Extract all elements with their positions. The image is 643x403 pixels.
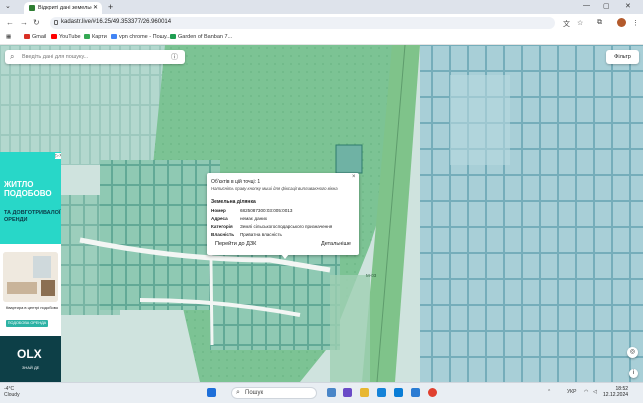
browser-toolbar: ← → ↻ kadastr.live/#16.25/49.353377/26.9…: [0, 14, 643, 32]
taskbar-search[interactable]: ⌕ Пошук: [231, 387, 317, 399]
copilot-icon[interactable]: [327, 388, 336, 397]
filter-button[interactable]: Фільтр: [606, 50, 639, 64]
map-info-button[interactable]: i: [629, 369, 638, 378]
close-window-icon[interactable]: ✕: [625, 2, 631, 10]
tab-title: Відкриті дані земельного када: [38, 5, 92, 11]
bookmark-vpn-search[interactable]: vpn chrome - Пошу...: [111, 34, 171, 40]
google-icon: [111, 34, 117, 39]
taskbar-search-placeholder: Пошук: [245, 390, 264, 396]
site-favicon-icon: [29, 5, 35, 11]
search-placeholder: Введіть дані для пошуку...: [22, 54, 89, 60]
weather-widget[interactable]: -4°C Cloudy: [4, 386, 20, 398]
windows-taskbar: -4°C Cloudy ⌕ Пошук ⌃ УКР ◠ ◁ 18:52 12.1…: [0, 382, 643, 403]
field-label-address: Адреса: [211, 216, 228, 221]
field-label-ownership: Власність: [211, 232, 235, 237]
site-info-icon[interactable]: [54, 20, 58, 25]
bookmark-youtube[interactable]: YouTube: [51, 34, 81, 40]
popup-hint: Натисніть праву кнопку миші для фіксації…: [211, 186, 338, 191]
ad-banner[interactable]: ▷✕ ЖИТЛО ПОДОБОВО ТА ДОВГОТРИВАЛОЇ ОРЕНД…: [0, 152, 61, 382]
field-label-category: Категорія: [211, 224, 233, 229]
tray-overflow-icon[interactable]: ⌃: [547, 389, 551, 395]
gmail-icon: [24, 34, 30, 39]
reload-icon[interactable]: ↻: [33, 18, 40, 27]
parcel-popup: × Об'єктів в цій точці: 1 Натисніть прав…: [207, 173, 359, 259]
bookmark-gmail[interactable]: Gmail: [24, 34, 46, 40]
search-box[interactable]: ⌕ Введіть дані для пошуку... ⓘ: [5, 50, 185, 64]
bookmark-garden[interactable]: Garden of Banban 7...: [170, 34, 232, 40]
popup-object-count: Об'єктів в цій точці: 1: [211, 179, 261, 185]
search-icon: ⌕: [10, 52, 15, 61]
olx-logo: OLX: [17, 347, 42, 361]
bookmark-label: vpn chrome - Пошу...: [119, 34, 171, 40]
popup-tail: [281, 254, 289, 259]
ad-caption: Квартира в центрі подобово: [6, 305, 59, 310]
ad-headline: ЖИТЛО ПОДОБОВО: [4, 180, 52, 198]
profile-avatar[interactable]: [617, 18, 626, 27]
teams-icon[interactable]: [343, 388, 352, 397]
start-icon[interactable]: [207, 388, 216, 397]
field-value-number: 6825087300:03:005:0013: [240, 208, 293, 213]
tab-search-icon[interactable]: ⌄: [5, 2, 11, 10]
field-label-number: Номер: [211, 208, 226, 213]
translate-icon[interactable]: 文: [563, 19, 570, 29]
locate-me-button[interactable]: ◎: [627, 347, 638, 358]
address-url: kadastr.live/#16.25/49.353377/26.960014: [61, 19, 172, 25]
address-bar[interactable]: kadastr.live/#16.25/49.353377/26.960014: [50, 17, 555, 29]
bookmark-label: Карти: [92, 34, 107, 40]
field-value-ownership: Приватна власність: [240, 232, 282, 237]
volume-icon[interactable]: ◁: [593, 389, 597, 395]
locate-icon: ◎: [629, 349, 636, 355]
bookmark-maps[interactable]: Карти: [84, 34, 107, 40]
popup-close-icon[interactable]: ×: [352, 174, 356, 180]
search-info-icon[interactable]: ⓘ: [171, 52, 178, 62]
youtube-icon: [51, 34, 57, 39]
bookmark-label: Garden of Banban 7...: [178, 34, 233, 40]
page-icon: [170, 34, 176, 39]
popup-section-title: Земельна ділянка: [211, 199, 256, 205]
browser-tab-bar: ⌄ Відкриті дані земельного када ✕ + — ▢ …: [0, 0, 643, 14]
ad-subtitle: ТА ДОВГОТРИВАЛОЇ ОРЕНДИ: [4, 210, 61, 223]
ad-cta-button[interactable]: ПОДОБОВА ОРЕНДА: [6, 320, 48, 327]
store-icon[interactable]: [394, 388, 403, 397]
mail-icon[interactable]: [411, 388, 420, 397]
room-image: [3, 252, 58, 302]
maximize-icon[interactable]: ▢: [603, 2, 610, 10]
bookmark-label: YouTube: [59, 34, 81, 40]
olx-subtitle: ЗНАЙ ДЕ: [22, 365, 40, 370]
language-indicator[interactable]: УКР: [567, 389, 576, 395]
maps-icon: [84, 34, 90, 39]
bookmark-star-icon[interactable]: ☆: [577, 19, 583, 27]
field-value-category: Землі сільськогосподарського призначення: [240, 224, 333, 229]
tab-close-icon[interactable]: ✕: [93, 4, 98, 11]
apps-grid-icon[interactable]: ▦: [6, 34, 11, 40]
road-label: M-03: [366, 273, 377, 278]
browser-tab[interactable]: Відкриті дані земельного када ✕: [24, 2, 102, 14]
bookmark-label: Gmail: [32, 34, 47, 40]
new-tab-button[interactable]: +: [108, 2, 113, 12]
extensions-icon[interactable]: ⧉: [597, 19, 602, 27]
system-clock[interactable]: 18:52 12.12.2024: [603, 386, 628, 398]
go-to-dzk-button[interactable]: Перейти до ДЗК: [215, 241, 256, 247]
chrome-icon[interactable]: [428, 388, 437, 397]
info-icon: i: [632, 370, 635, 376]
forward-icon[interactable]: →: [20, 18, 28, 27]
network-icon[interactable]: ◠: [584, 389, 588, 395]
taskbar-search-icon: ⌕: [236, 389, 240, 396]
cadastral-map[interactable]: M-03 ⌕ Введіть дані для пошуку... ⓘ Філь…: [0, 45, 643, 382]
browser-menu-icon[interactable]: ⋮: [632, 19, 639, 27]
bookmarks-bar: ▦ Gmail YouTube Карти vpn chrome - Пошу.…: [0, 32, 643, 45]
back-icon[interactable]: ←: [6, 18, 14, 27]
file-explorer-icon[interactable]: [360, 388, 369, 397]
edge-icon[interactable]: [377, 388, 386, 397]
ad-top-panel: [0, 152, 61, 244]
details-button[interactable]: Детальніше: [321, 241, 351, 247]
weather-desc: Cloudy: [4, 391, 20, 398]
ad-photo: [3, 252, 58, 302]
ad-close-icon[interactable]: ▷✕: [55, 153, 61, 159]
clock-date: 12.12.2024: [603, 392, 629, 398]
filter-label: Фільтр: [614, 54, 631, 60]
minimize-icon[interactable]: —: [583, 2, 590, 9]
field-value-address: немає даних: [240, 216, 268, 221]
